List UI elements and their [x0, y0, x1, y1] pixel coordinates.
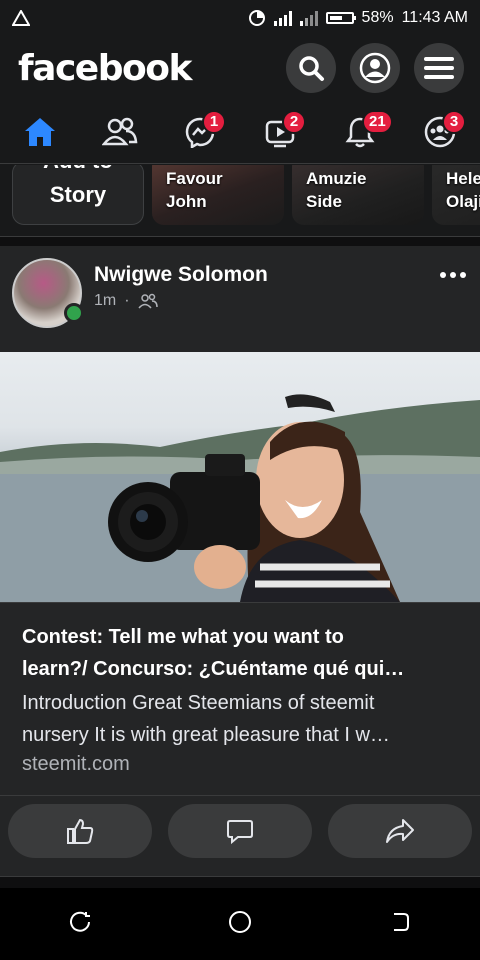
link-preview[interactable]: Contest: Tell me what you want to learn?… — [0, 602, 480, 796]
home-circle-icon — [228, 910, 251, 933]
tab-notifications[interactable]: 21 — [330, 100, 393, 164]
messenger-badge: 1 — [202, 109, 226, 134]
menu-icon — [424, 57, 454, 79]
share-button[interactable] — [328, 804, 472, 858]
comment-icon — [227, 820, 253, 845]
tab-groups[interactable]: 3 — [410, 100, 470, 164]
watch-badge: 2 — [282, 109, 306, 134]
tab-watch[interactable]: 2 — [250, 100, 310, 164]
recent-apps-button[interactable] — [68, 910, 92, 939]
meta-separator: · — [124, 292, 130, 309]
story-author: Favour John — [166, 169, 223, 211]
tab-messenger[interactable]: 1 — [170, 100, 230, 164]
link-preview-image[interactable] — [0, 352, 480, 602]
post-more-button[interactable] — [440, 272, 466, 278]
like-button[interactable] — [8, 804, 152, 858]
battery-icon — [325, 12, 356, 24]
feed-divider — [0, 876, 480, 888]
status-left — [12, 10, 30, 26]
story-card[interactable]: Amuzie Side — [292, 165, 424, 225]
link-domain: steemit.com — [22, 753, 130, 775]
signal-2-icon — [299, 10, 318, 26]
tab-friends[interactable] — [90, 100, 150, 164]
tab-home[interactable] — [10, 100, 70, 164]
online-status-dot — [64, 303, 84, 323]
status-right: 58% 11:43 AM — [248, 9, 468, 27]
link-description: Introduction Great Steemians of steemit … — [22, 687, 458, 751]
post-header: Nwigwe Solomon 1m · — [0, 246, 480, 352]
battery-level: 58% — [361, 9, 394, 26]
feed-post: Nwigwe Solomon 1m · Contest: Tell me wha… — [0, 246, 480, 876]
stories-tray: Add to Story FavourJohn AmuzieSide HeleO… — [0, 165, 480, 235]
story-author: Amuzie Side — [306, 169, 367, 211]
groups-badge: 3 — [442, 109, 466, 134]
story-card[interactable]: Hele Olaji — [432, 165, 480, 225]
friends-icon — [137, 293, 158, 309]
data-saver-icon — [248, 10, 265, 26]
share-icon — [386, 819, 414, 843]
profile-icon — [359, 52, 391, 84]
link-title: Contest: Tell me what you want to learn?… — [22, 621, 458, 685]
recent-apps-icon — [69, 911, 90, 932]
like-icon — [67, 818, 94, 844]
facebook-logo[interactable]: facebook — [18, 48, 192, 89]
profile-button[interactable] — [350, 43, 400, 93]
search-button[interactable] — [286, 43, 336, 93]
menu-button[interactable] — [414, 43, 464, 93]
story-card[interactable]: Favour John — [152, 165, 284, 225]
search-icon — [299, 56, 324, 81]
signal-icon — [273, 10, 292, 26]
warning-icon — [12, 10, 30, 26]
link-title-line1: Contest: Tell me what you want to — [22, 626, 344, 648]
story-author: Hele Olaji — [446, 169, 480, 211]
comment-button[interactable] — [168, 804, 312, 858]
notifications-badge: 21 — [362, 109, 393, 134]
post-author[interactable]: Nwigwe Solomon — [94, 263, 268, 287]
back-icon — [394, 912, 410, 931]
feed-divider — [0, 236, 480, 246]
friends-icon — [102, 117, 138, 145]
clock: 11:43 AM — [401, 9, 468, 26]
add-story-label-line2: Story — [49, 182, 107, 207]
post-meta: 1m · — [94, 292, 158, 310]
home-button[interactable] — [227, 909, 253, 940]
back-button[interactable] — [388, 910, 412, 939]
system-navigation-bar — [0, 888, 480, 960]
add-story-label-line1: Add to — [13, 165, 143, 174]
app-header: facebook — [0, 36, 480, 100]
status-bar: 58% 11:43 AM — [0, 0, 480, 36]
header-actions — [286, 43, 464, 93]
post-time[interactable]: 1m — [94, 292, 116, 310]
photo-illustration — [0, 394, 480, 602]
post-actions — [0, 804, 480, 860]
home-icon — [25, 117, 55, 146]
nav-tabs: 1 2 21 3 — [0, 100, 480, 164]
link-title-line2: learn?/ Concurso: ¿Cuéntame qué qui… — [22, 658, 405, 680]
link-desc-line2: nursery It is with great pleasure that I… — [22, 724, 390, 746]
add-to-story-button[interactable]: Add to Story — [12, 165, 144, 225]
link-desc-line1: Introduction Great Steemians of steemit — [22, 692, 375, 714]
